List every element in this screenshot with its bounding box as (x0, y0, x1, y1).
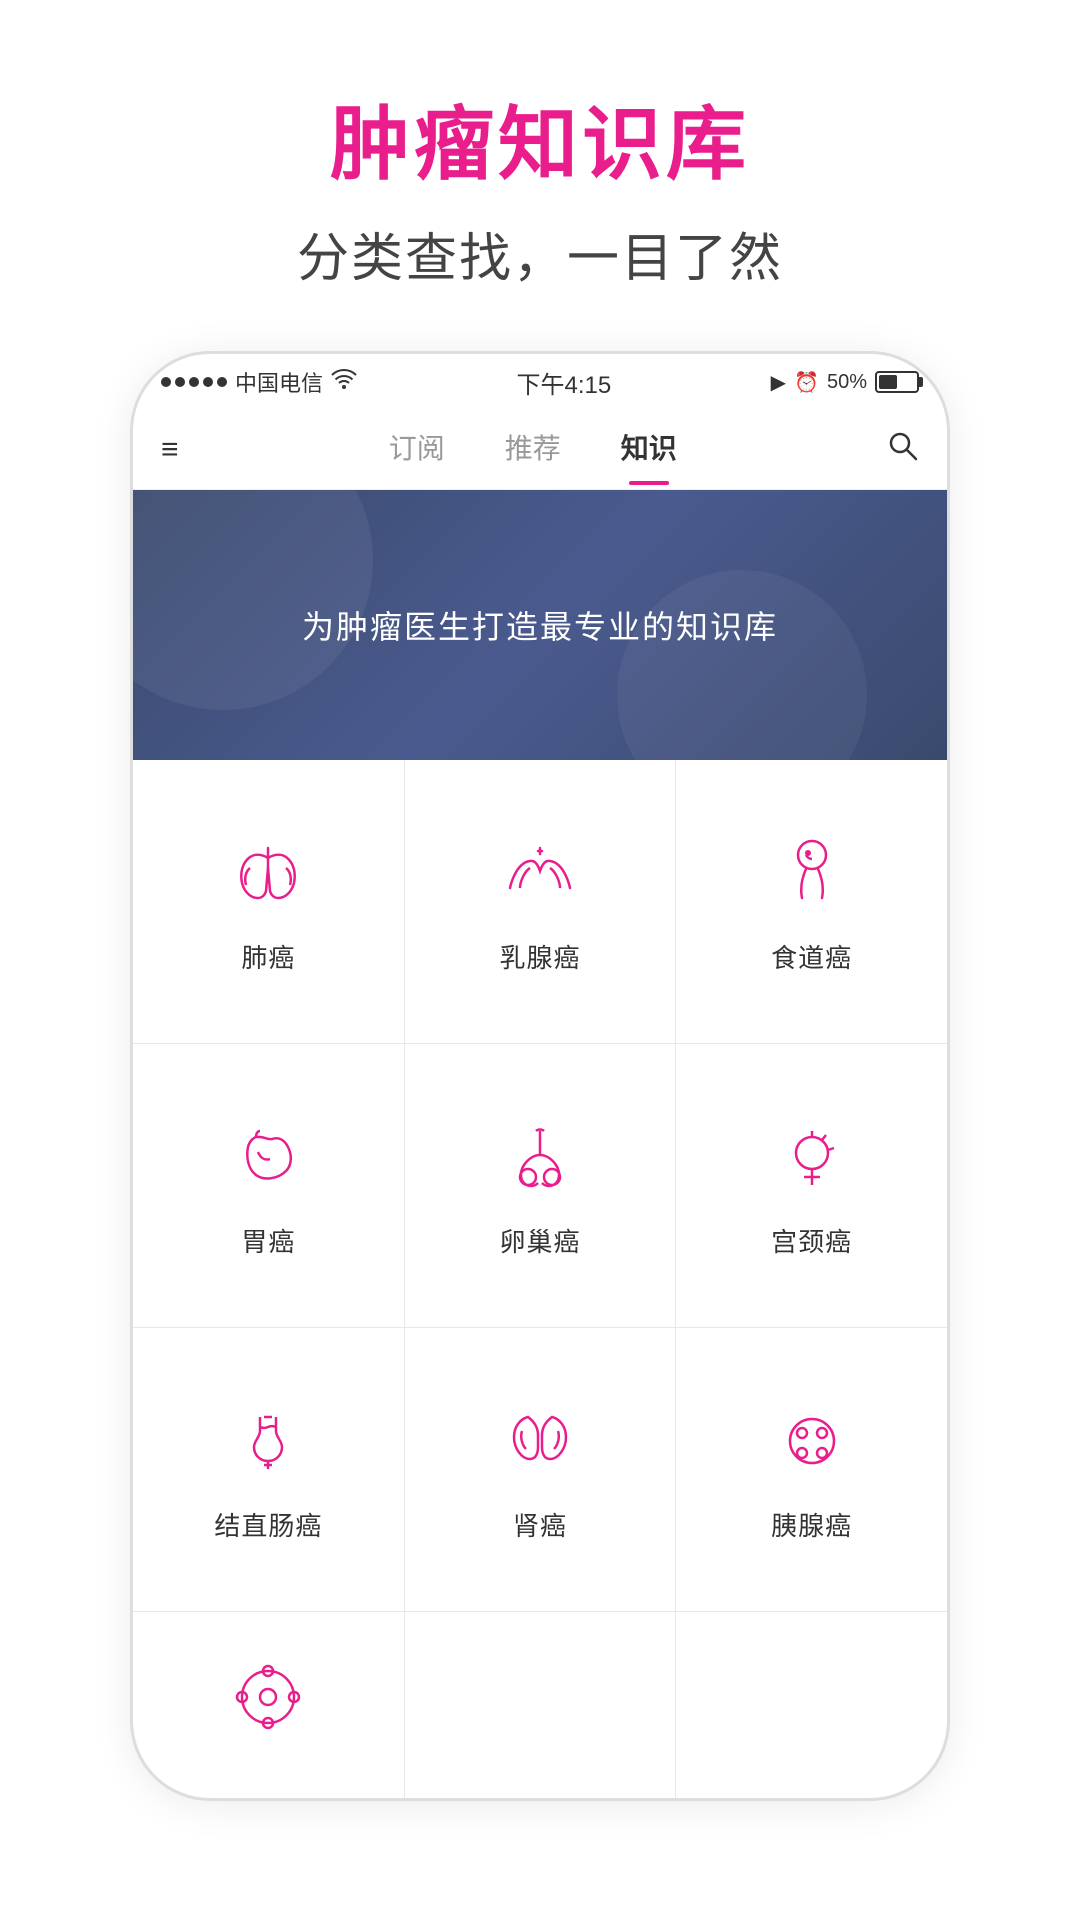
search-button[interactable] (859, 430, 947, 470)
tab-knowledge[interactable]: 知识 (621, 427, 677, 473)
location-icon: ▶ (771, 370, 786, 395)
wifi-icon (331, 369, 357, 395)
cervix-icon (767, 1112, 857, 1202)
carrier-label: 中国电信 (235, 366, 323, 398)
tabs: 订阅 推荐 知识 (207, 427, 859, 473)
other-icon (223, 1652, 313, 1742)
breast-icon (495, 828, 585, 918)
pancreas-icon (767, 1396, 857, 1486)
menu-icon[interactable]: ≡ (133, 433, 207, 467)
grid-item-colorectal[interactable]: 结直肠癌 (133, 1328, 404, 1611)
grid-item-stomach[interactable]: 胃癌 (133, 1044, 404, 1327)
colorectal-label: 结直肠癌 (214, 1506, 322, 1543)
grid-item-esophagus[interactable]: 食道癌 (676, 760, 947, 1043)
banner: 为肿瘤医生打造最专业的知识库 (133, 490, 947, 760)
lung-label: 肺癌 (241, 938, 295, 975)
grid-item-empty-2 (676, 1612, 947, 1798)
grid-item-other[interactable] (133, 1612, 404, 1798)
page-header: 肿瘤知识库 分类查找，一目了然 (297, 80, 783, 291)
tab-bar: ≡ 订阅 推荐 知识 (133, 410, 947, 490)
ovary-icon (495, 1112, 585, 1202)
grid-item-kidney[interactable]: 肾癌 (405, 1328, 676, 1611)
alarm-icon: ⏰ (794, 370, 819, 395)
tab-recommend[interactable]: 推荐 (505, 427, 561, 473)
colorectal-icon (223, 1396, 313, 1486)
status-time: 下午4:15 (516, 365, 611, 400)
grid-item-empty-1 (405, 1612, 676, 1798)
grid-item-ovary[interactable]: 卵巢癌 (405, 1044, 676, 1327)
tab-subscribe[interactable]: 订阅 (389, 427, 445, 473)
kidney-icon (495, 1396, 585, 1486)
status-right: ▶ ⏰ 50% (771, 370, 919, 395)
banner-text: 为肿瘤医生打造最专业的知识库 (302, 602, 778, 648)
grid-item-cervix[interactable]: 宫颈癌 (676, 1044, 947, 1327)
grid-item-lung[interactable]: 肺癌 (133, 760, 404, 1043)
ovary-label: 卵巢癌 (499, 1222, 580, 1259)
page-title: 肿瘤知识库 (297, 80, 783, 196)
breast-label: 乳腺癌 (499, 938, 580, 975)
status-left: 中国电信 (161, 366, 357, 398)
pancreas-label: 胰腺癌 (771, 1506, 852, 1543)
esophagus-label: 食道癌 (771, 938, 852, 975)
status-bar: 中国电信 下午4:15 ▶ ⏰ 50% (133, 354, 947, 410)
battery-percent: 50% (827, 371, 867, 394)
page-subtitle: 分类查找，一目了然 (297, 216, 783, 291)
phone-frame: 中国电信 下午4:15 ▶ ⏰ 50% ≡ (130, 351, 950, 1801)
stomach-label: 胃癌 (241, 1222, 295, 1259)
cervix-label: 宫颈癌 (771, 1222, 852, 1259)
lung-icon (223, 828, 313, 918)
battery-icon (875, 371, 919, 393)
esophagus-icon (767, 828, 857, 918)
grid-item-pancreas[interactable]: 胰腺癌 (676, 1328, 947, 1611)
cancer-grid: 肺癌 乳腺癌 (133, 760, 947, 1798)
signal-dots (161, 377, 227, 387)
kidney-label: 肾癌 (513, 1506, 567, 1543)
grid-item-breast[interactable]: 乳腺癌 (405, 760, 676, 1043)
stomach-icon (223, 1112, 313, 1202)
